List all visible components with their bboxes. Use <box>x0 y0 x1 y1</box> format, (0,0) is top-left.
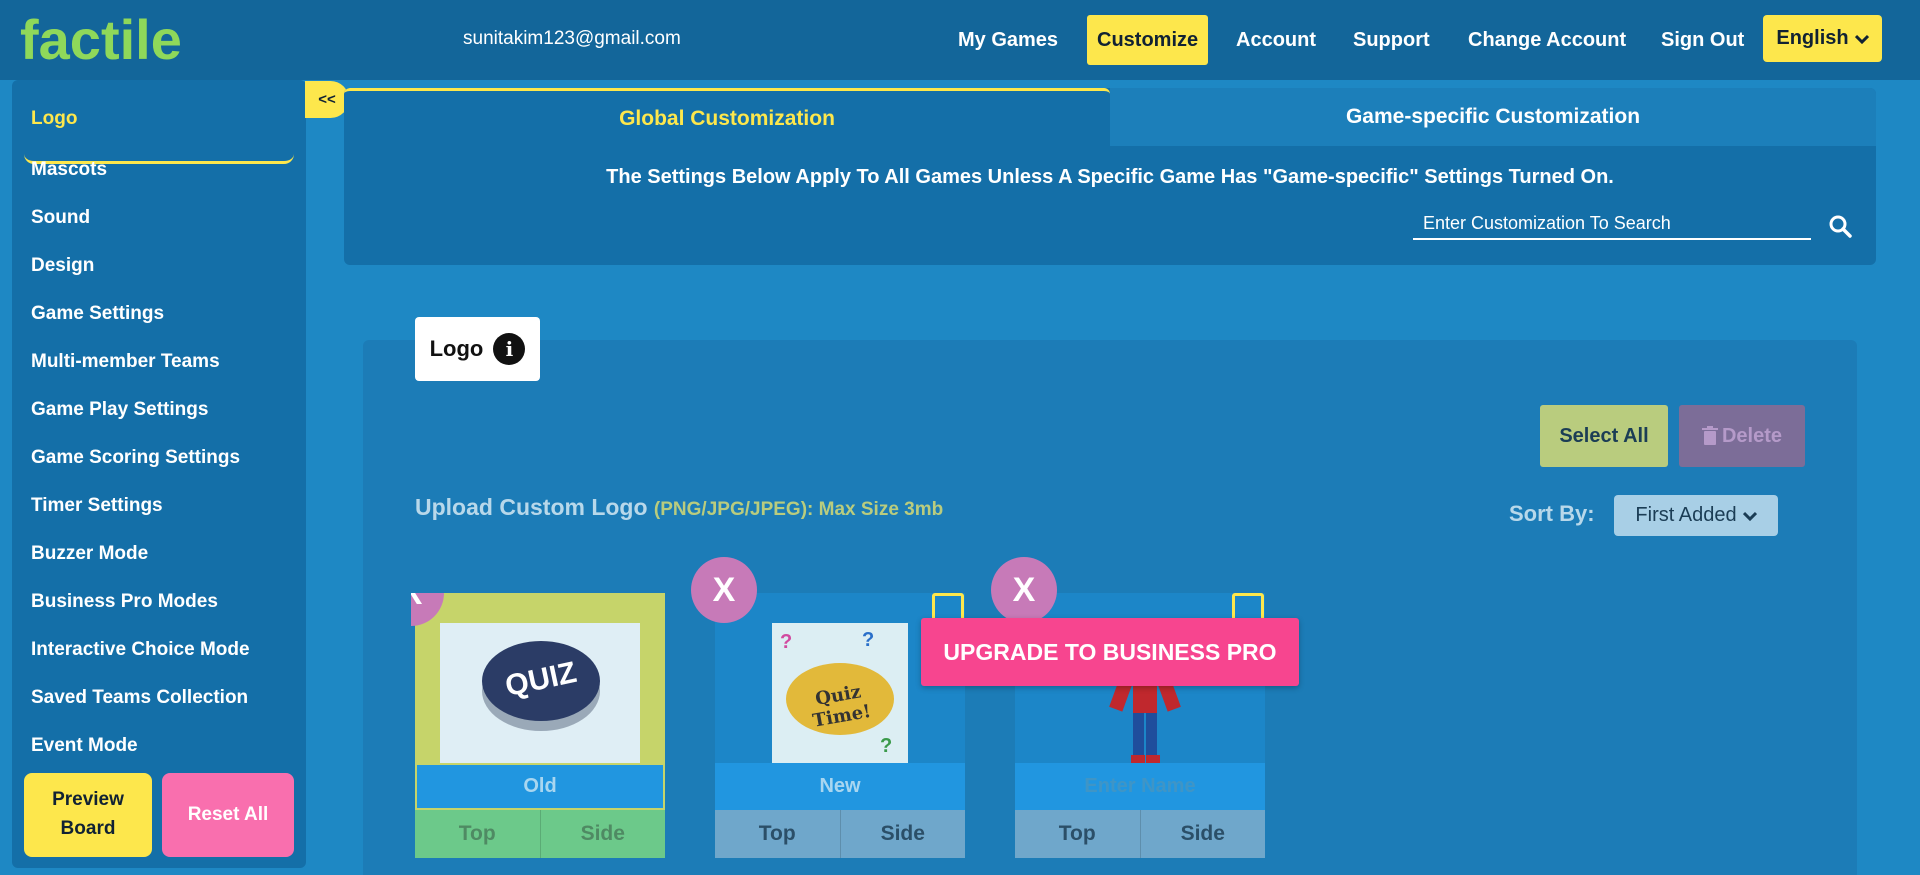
section-title: Logo <box>429 336 484 361</box>
upload-hint: (PNG/JPG/JPEG): Max Size 3mb <box>653 499 944 520</box>
language-select[interactable]: English <box>1763 15 1882 62</box>
upload-label-text: Upload Custom Logo <box>415 494 648 520</box>
position-side-old[interactable]: Side <box>539 810 666 858</box>
trash-icon <box>1701 426 1718 445</box>
position-toggle-new: Top Side <box>715 810 965 858</box>
remove-logo-new-button[interactable]: X <box>691 557 757 623</box>
sidebar-item-design[interactable]: Design <box>31 255 94 277</box>
customization-search-input[interactable] <box>1413 208 1811 240</box>
question-mark-icon: ? <box>862 629 875 651</box>
nav-sign-out[interactable]: Sign Out <box>1661 15 1744 65</box>
nav-my-games[interactable]: My Games <box>958 15 1058 65</box>
quiz-button-image: QUIZ <box>440 623 640 763</box>
position-toggle-old: Top Side <box>415 810 665 858</box>
section-title-chip: Logo i <box>415 317 540 381</box>
quiz-time-image: Quiz Time! ? ? ? <box>772 623 908 763</box>
sidebar-item-business-pro-modes[interactable]: Business Pro Modes <box>31 591 218 613</box>
sidebar-item-saved-teams-collection[interactable]: Saved Teams Collection <box>31 687 248 709</box>
preview-board-line1: Preview <box>52 789 124 810</box>
question-mark-icon: ? <box>880 735 893 757</box>
position-toggle-unnamed: Top Side <box>1015 810 1265 858</box>
nav-change-account[interactable]: Change Account <box>1468 15 1626 65</box>
user-email: sunitakim123@gmail.com <box>463 28 681 49</box>
logo-thumbnail-old: QUIZ <box>415 593 665 763</box>
nav-customize[interactable]: Customize <box>1087 15 1209 65</box>
position-top-new[interactable]: Top <box>715 810 840 858</box>
sidebar-item-interactive-choice-mode[interactable]: Interactive Choice Mode <box>31 639 250 661</box>
question-mark-icon: ? <box>780 631 793 653</box>
chevron-down-icon <box>1854 34 1869 44</box>
select-all-button[interactable]: Select All <box>1540 405 1668 467</box>
reset-all-button[interactable]: Reset All <box>162 773 294 857</box>
upload-custom-logo-label[interactable]: Upload Custom Logo (PNG/JPG/JPEG): Max S… <box>415 494 943 521</box>
preview-board-button[interactable]: Preview Board <box>24 773 152 857</box>
settings-note: The Settings Below Apply To All Games Un… <box>606 166 1614 188</box>
close-icon: X <box>712 570 736 609</box>
position-top-old[interactable]: Top <box>415 810 540 858</box>
nav-account[interactable]: Account <box>1236 15 1316 65</box>
logo-card-old[interactable]: QUIZ Old Top Side <box>415 593 665 859</box>
sidebar-item-game-scoring-settings[interactable]: Game Scoring Settings <box>31 447 240 469</box>
factile-logo[interactable]: factile <box>20 8 182 72</box>
sort-by-value: First Added <box>1635 504 1737 526</box>
sort-by-select[interactable]: First Added <box>1614 495 1778 536</box>
customization-tabs-panel: Global Customization Game-specific Custo… <box>344 88 1876 265</box>
sidebar-item-buzzer-mode[interactable]: Buzzer Mode <box>31 543 148 565</box>
sort-by-label: Sort By: <box>1509 501 1595 526</box>
search-icon[interactable] <box>1828 214 1852 238</box>
superhero-figure-image <box>1109 673 1181 763</box>
logo-name-field-unnamed[interactable]: Enter Name <box>1015 763 1265 810</box>
upgrade-to-business-pro-button[interactable]: UPGRADE TO BUSINESS PRO <box>921 618 1299 686</box>
sidebar-item-game-settings[interactable]: Game Settings <box>31 303 164 325</box>
delete-button[interactable]: Delete <box>1679 405 1805 467</box>
logo-name-field-new[interactable]: New <box>715 763 965 810</box>
remove-logo-unnamed-button[interactable]: X <box>991 557 1057 623</box>
logo-name-field-old[interactable]: Old <box>415 763 665 810</box>
sidebar-item-game-play-settings[interactable]: Game Play Settings <box>31 399 208 421</box>
preview-board-line2: Board <box>60 818 116 839</box>
sidebar-item-logo[interactable]: Logo <box>31 108 77 130</box>
sidebar-item-sound[interactable]: Sound <box>31 207 90 229</box>
delete-label: Delete <box>1721 424 1783 447</box>
nav-support[interactable]: Support <box>1353 15 1430 65</box>
chevron-down-icon <box>1742 511 1757 521</box>
collapse-sidebar-button[interactable]: << <box>305 81 349 118</box>
position-top-unnamed[interactable]: Top <box>1015 810 1140 858</box>
sidebar-item-mascots[interactable]: Mascots <box>31 159 107 181</box>
sidebar-item-timer-settings[interactable]: Timer Settings <box>31 495 163 517</box>
position-side-new[interactable]: Side <box>839 810 966 858</box>
close-icon: X <box>1012 570 1036 609</box>
language-label: English <box>1776 27 1849 49</box>
sidebar: Logo Mascots Sound Design Game Settings … <box>12 80 306 868</box>
top-bar: factile sunitakim123@gmail.com My Games … <box>0 0 1920 80</box>
sidebar-item-multi-member-teams[interactable]: Multi-member Teams <box>31 351 220 373</box>
tab-game-specific-customization[interactable]: Game-specific Customization <box>1110 88 1876 146</box>
position-side-unnamed[interactable]: Side <box>1139 810 1266 858</box>
sidebar-item-event-mode[interactable]: Event Mode <box>31 735 138 757</box>
tab-global-customization[interactable]: Global Customization <box>344 88 1110 146</box>
info-icon[interactable]: i <box>493 333 526 365</box>
